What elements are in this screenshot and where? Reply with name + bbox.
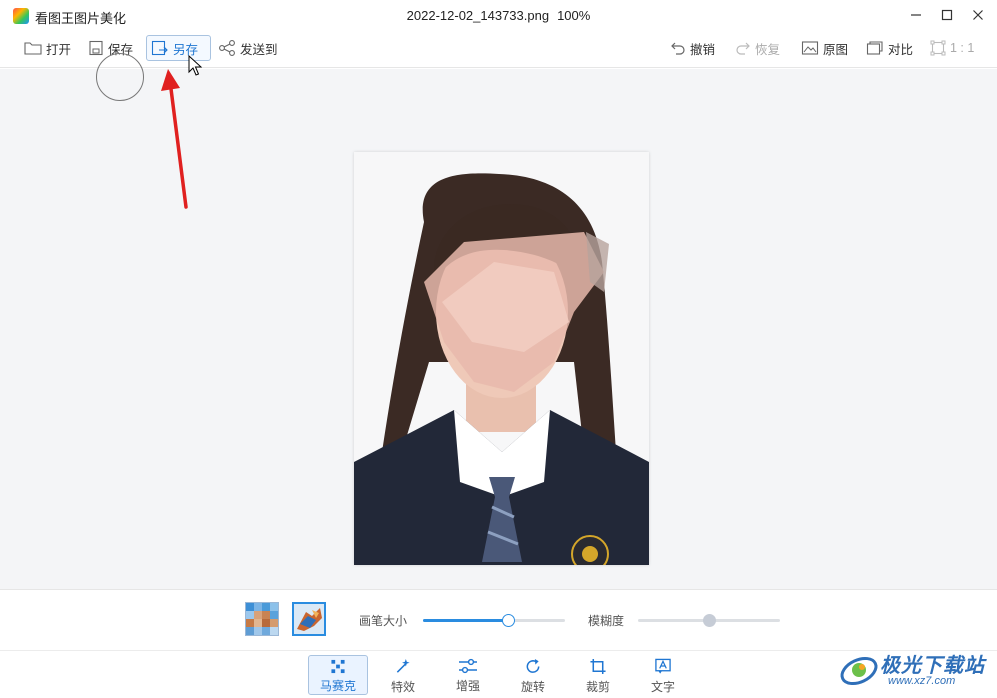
- close-icon: [973, 10, 983, 20]
- tool-rotate[interactable]: 旋转: [503, 655, 563, 695]
- toolbar: 打开 保存 另存 发送到 撤销 恢复 原图 对比 1 : 1: [0, 32, 997, 68]
- tool-effects-label: 特效: [390, 680, 415, 694]
- redo-icon: [736, 42, 750, 55]
- undo-icon: [671, 42, 685, 55]
- mosaic-style-brush[interactable]: [292, 602, 326, 636]
- mouse-pointer-icon: [188, 55, 202, 76]
- brush-mosaic-icon: [294, 604, 324, 634]
- red-arrow-annotation: [161, 69, 188, 209]
- minimize-icon: [911, 14, 921, 16]
- send-to-label: 发送到: [240, 42, 278, 57]
- magic-wand-icon: [396, 658, 410, 673]
- file-title: 2022-12-02_143733.png 100%: [0, 8, 997, 23]
- ratio-label: 1 : 1: [950, 41, 975, 55]
- original-label: 原图: [823, 42, 849, 57]
- tool-enhance[interactable]: 增强: [438, 655, 498, 695]
- save-icon: [89, 40, 103, 56]
- fit-icon: [930, 40, 946, 56]
- redo-button[interactable]: 恢复: [731, 35, 784, 61]
- blur-label: 模糊度: [588, 614, 625, 628]
- mosaic-style-pixel[interactable]: [245, 602, 279, 636]
- tool-mosaic-label: 马赛克: [319, 679, 356, 693]
- bottom-panel: 画笔大小 模糊度 马赛克 特效 增强 旋转 裁剪 文字 极光下载站 www.xz…: [0, 589, 997, 698]
- maximize-icon: [941, 9, 953, 21]
- watermark-name: 极光下载站: [880, 655, 985, 677]
- edited-photo[interactable]: [354, 152, 649, 565]
- blur-slider[interactable]: [638, 614, 780, 627]
- watermark: 极光下载站 www.xz7.com: [838, 647, 990, 695]
- pixel-mosaic-icon: [246, 603, 278, 635]
- open-label: 打开: [46, 42, 72, 57]
- open-button[interactable]: 打开: [20, 35, 75, 61]
- undo-label: 撤销: [690, 42, 716, 57]
- mosaic-icon: [331, 659, 345, 674]
- tool-enhance-label: 增强: [455, 679, 480, 693]
- actual-size-button[interactable]: 1 : 1: [926, 35, 978, 61]
- tool-rotate-label: 旋转: [520, 680, 545, 694]
- crop-icon: [590, 658, 606, 675]
- undo-button[interactable]: 撤销: [666, 35, 719, 61]
- tool-crop[interactable]: 裁剪: [568, 655, 628, 695]
- compare-icon: [866, 41, 883, 55]
- compare-label: 对比: [888, 42, 914, 57]
- tool-mosaic[interactable]: 马赛克: [308, 655, 368, 695]
- tool-text[interactable]: 文字: [633, 655, 693, 695]
- tool-text-label: 文字: [650, 680, 675, 694]
- image-icon: [801, 41, 819, 55]
- compare-button[interactable]: 对比: [862, 35, 917, 61]
- share-icon: [219, 40, 235, 56]
- save-as-icon: [151, 40, 168, 56]
- original-button[interactable]: 原图: [797, 35, 852, 61]
- watermark-logo-icon: [840, 656, 878, 686]
- brush-cursor-circle: [96, 53, 144, 101]
- zoom-level: 100%: [557, 8, 591, 23]
- folder-icon: [24, 42, 42, 55]
- send-to-button[interactable]: 发送到: [214, 35, 282, 61]
- image-canvas[interactable]: [0, 53, 997, 589]
- maximize-button[interactable]: [935, 4, 959, 26]
- watermark-url: www.xz7.com: [888, 675, 956, 687]
- file-name: 2022-12-02_143733.png: [406, 8, 550, 23]
- minimize-button[interactable]: [904, 4, 928, 26]
- text-icon: [655, 658, 671, 674]
- portrait-image: [354, 152, 649, 565]
- sliders-icon: [459, 658, 477, 674]
- close-button[interactable]: [966, 4, 990, 26]
- rotate-icon: [526, 658, 540, 673]
- brush-size-fill: [423, 619, 509, 622]
- title-bar: 看图王图片美化 2022-12-02_143733.png 100%: [0, 0, 997, 32]
- redo-label: 恢复: [755, 42, 781, 57]
- tool-effects[interactable]: 特效: [373, 655, 433, 695]
- tool-crop-label: 裁剪: [585, 680, 610, 694]
- brush-size-knob[interactable]: [501, 614, 515, 627]
- brush-size-label: 画笔大小: [359, 614, 408, 628]
- blur-knob[interactable]: [702, 614, 716, 627]
- brush-size-slider[interactable]: [423, 614, 565, 627]
